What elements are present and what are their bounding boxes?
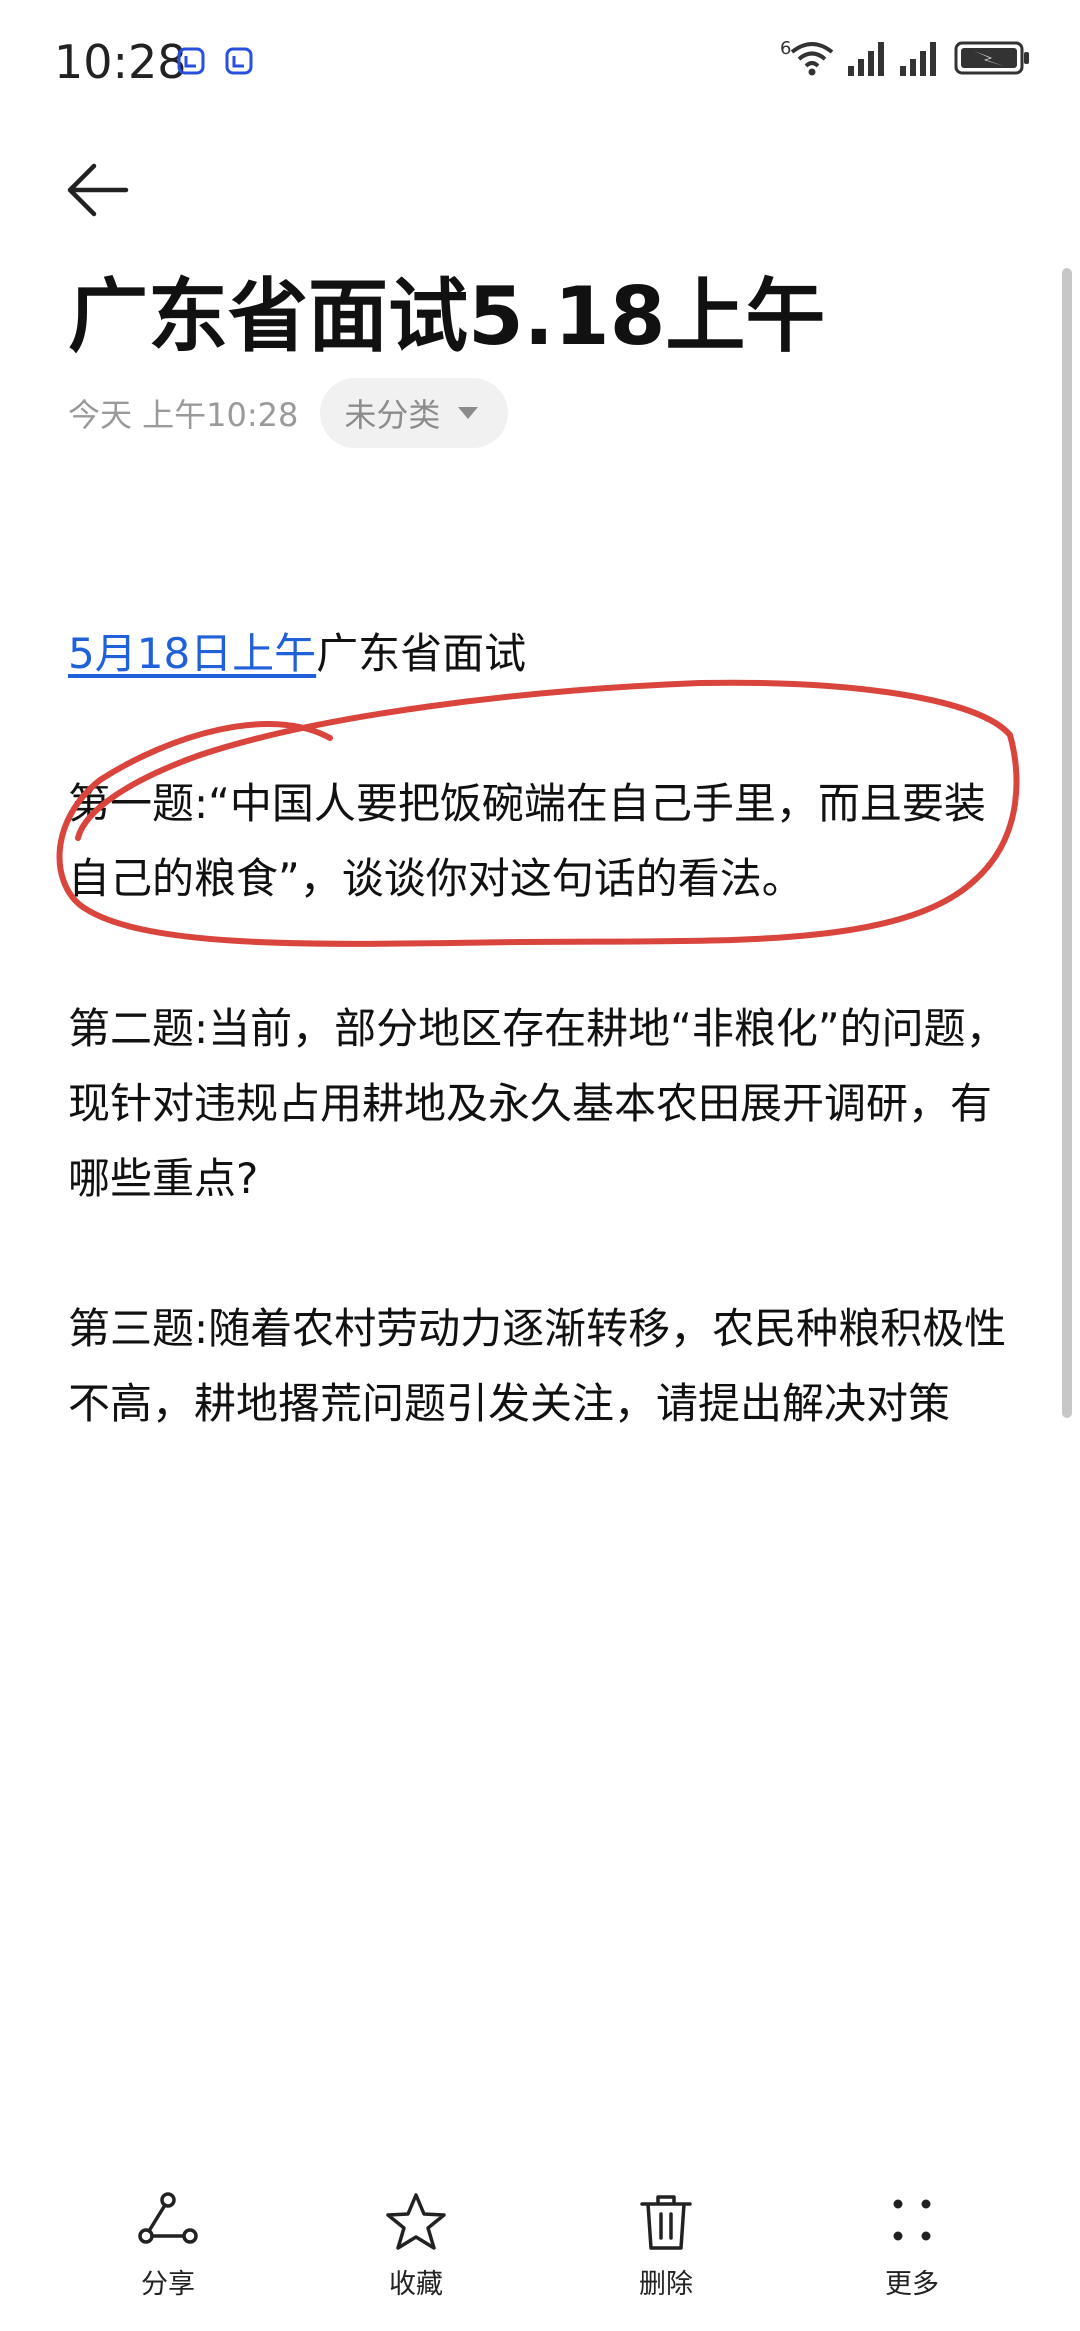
- favorite-label: 收藏: [389, 2269, 443, 2300]
- status-time: 10:28: [54, 35, 187, 89]
- heading-text: 广东省面试: [316, 629, 527, 678]
- share-icon: [138, 2192, 198, 2244]
- share-label: 分享: [141, 2269, 195, 2300]
- battery-saver-icon: [954, 41, 1029, 75]
- delete-label: 删除: [639, 2269, 693, 2300]
- more-button[interactable]: 更多: [832, 2190, 992, 2320]
- notification-app-icon: [225, 47, 253, 75]
- note-date: 今天 上午10:28: [68, 396, 299, 434]
- category-label: 未分类: [344, 396, 441, 434]
- notification-app-icon: [177, 47, 205, 75]
- question-3: 第三题:随着农村劳动力逐渐转移，农民种粮积极性不高，耕地撂荒问题引发关注，请提出…: [68, 1304, 1007, 1428]
- arrow-left-icon: [67, 163, 129, 217]
- wifi-icon: [790, 42, 834, 76]
- trash-icon: [640, 2195, 692, 2250]
- status-bar: 10:28 6: [0, 0, 1080, 120]
- note-body[interactable]: 5月18日上午广东省面试 第一题:“中国人要把饭碗端在自己手里，而且要装自己的粮…: [68, 616, 1018, 1441]
- category-dropdown[interactable]: 未分类: [320, 378, 509, 448]
- signal-icon: [900, 42, 936, 76]
- question-1: 第一题:“中国人要把饭碗端在自己手里，而且要装自己的粮食”，谈谈你对这句话的看法…: [68, 779, 986, 903]
- note-title[interactable]: 广东省面试5.18上午: [68, 262, 825, 372]
- question-2: 第二题:当前，部分地区存在耕地“非粮化”的问题，现针对违规占用耕地及永久基本农田…: [68, 1004, 1008, 1203]
- more-dots-icon: [893, 2199, 931, 2241]
- star-icon: [386, 2193, 446, 2250]
- share-button[interactable]: 分享: [88, 2190, 248, 2320]
- scrollbar[interactable]: [1062, 268, 1072, 1418]
- caret-down-icon: [458, 407, 479, 419]
- back-button[interactable]: [58, 150, 138, 230]
- favorite-button[interactable]: 收藏: [336, 2190, 496, 2320]
- more-label: 更多: [885, 2269, 939, 2300]
- delete-button[interactable]: 删除: [586, 2190, 746, 2320]
- status-icons: 6: [780, 38, 1040, 88]
- signal-icon: [848, 42, 884, 76]
- bottom-toolbar: 分享 收藏 删除 更多: [0, 2190, 1080, 2331]
- note-meta: 今天 上午10:28 未分类: [68, 378, 509, 448]
- date-link[interactable]: 5月18日上午: [68, 629, 316, 678]
- note-heading-line: 5月18日上午广东省面试: [68, 616, 1018, 691]
